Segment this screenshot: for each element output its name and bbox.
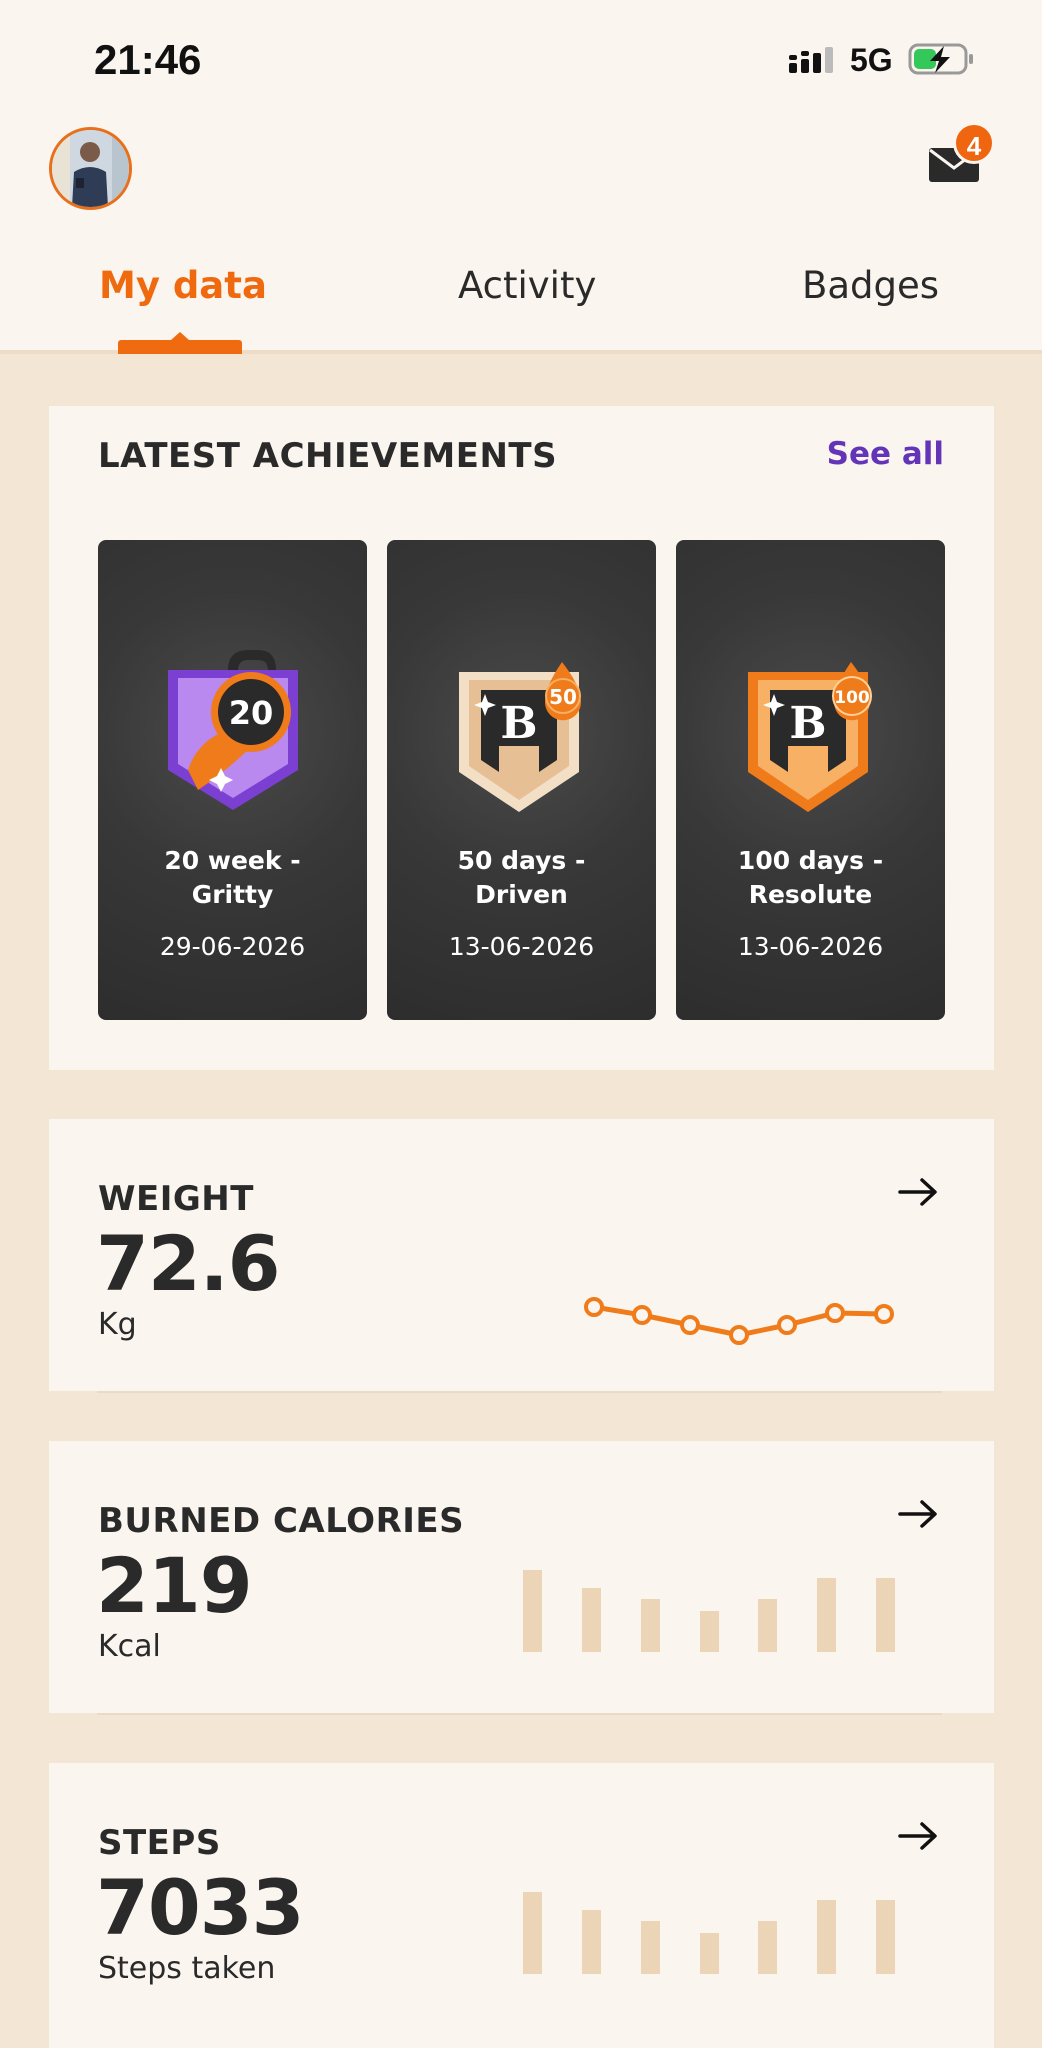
svg-text:20: 20	[229, 694, 274, 732]
arrow-right-icon[interactable]	[898, 1177, 938, 1207]
steps-title: STEPS	[98, 1823, 221, 1863]
achievements-title: LATEST ACHIEVEMENTS	[98, 436, 558, 476]
svg-text:50: 50	[549, 685, 577, 709]
achievement-tile[interactable]: B 50 50 days - Driven 13-06-2026	[387, 540, 656, 1020]
see-all-link[interactable]: See all	[827, 436, 944, 472]
steps-bar	[876, 1900, 895, 1974]
status-bar: 21:46 5G	[0, 0, 1042, 110]
tab-badges[interactable]: Badges	[802, 264, 939, 307]
weight-point	[584, 1297, 604, 1317]
calories-bar-chart	[523, 1570, 895, 1652]
achievement-name: 20 week - Gritty	[164, 846, 301, 909]
steps-bar	[758, 1921, 777, 1974]
weight-title: WEIGHT	[98, 1179, 254, 1219]
calories-bar	[700, 1611, 719, 1652]
achievement-tile[interactable]: 20 20 week - Gritty 29-06-2026	[98, 540, 367, 1020]
achievement-tile[interactable]: B 100 100 days - Resolute 13-06-2026	[676, 540, 945, 1020]
steps-bar	[523, 1892, 542, 1974]
steps-bar	[817, 1900, 836, 1974]
status-time: 21:46	[94, 36, 202, 83]
weight-point	[825, 1303, 845, 1323]
calories-bar	[523, 1570, 542, 1652]
unread-count-badge: 4	[953, 122, 995, 164]
tab-my-data[interactable]: My data	[99, 264, 267, 307]
weight-value: 72.6	[96, 1219, 281, 1308]
signal-icon	[789, 47, 833, 73]
calories-title: BURNED CALORIES	[98, 1501, 465, 1541]
achievement-name: 100 days - Resolute	[737, 846, 884, 909]
burned-calories-card[interactable]: BURNED CALORIES 219 Kcal	[49, 1441, 994, 1713]
achievement-date: 13-06-2026	[737, 932, 884, 961]
steps-card[interactable]: STEPS 7033 Steps taken	[49, 1763, 994, 2048]
b-shield-orange-badge-icon: B 100	[748, 662, 872, 812]
weight-point	[632, 1305, 652, 1325]
weight-point	[729, 1325, 749, 1345]
avatar[interactable]	[49, 127, 132, 210]
b-shield-badge-icon: B 50	[459, 662, 581, 812]
steps-bar	[641, 1921, 660, 1974]
weight-point	[680, 1315, 700, 1335]
network-label: 5G	[850, 42, 893, 78]
svg-text:B: B	[500, 698, 537, 749]
steps-unit: Steps taken	[98, 1951, 276, 1986]
calories-unit: Kcal	[98, 1629, 161, 1664]
tab-activity[interactable]: Activity	[458, 264, 596, 307]
steps-bar	[582, 1910, 601, 1974]
achievement-date: 13-06-2026	[448, 932, 595, 961]
divider	[97, 1391, 942, 1393]
calories-bar	[582, 1588, 601, 1652]
steps-value: 7033	[96, 1863, 305, 1952]
weight-point	[874, 1304, 894, 1324]
battery-charging-icon	[908, 43, 973, 75]
weight-trend-chart	[584, 1297, 894, 1345]
weight-point	[777, 1315, 797, 1335]
arrow-right-icon[interactable]	[898, 1821, 938, 1851]
weight-card[interactable]: WEIGHT 72.6 Kg	[49, 1119, 994, 1391]
top-area: 21:46 5G 4 My data Activity Badges	[0, 0, 1042, 354]
weight-unit: Kg	[98, 1307, 137, 1342]
steps-bar	[700, 1933, 719, 1974]
calories-bar	[817, 1578, 836, 1652]
active-tab-indicator	[118, 332, 242, 354]
divider	[97, 1713, 942, 1715]
arrow-right-icon[interactable]	[898, 1499, 938, 1529]
calories-bar	[876, 1578, 895, 1652]
svg-text:100: 100	[834, 688, 870, 708]
calories-value: 219	[96, 1541, 253, 1630]
user-photo-icon	[52, 130, 129, 207]
calories-bar	[641, 1599, 660, 1652]
achievement-date: 29-06-2026	[159, 932, 306, 961]
svg-text:B: B	[789, 698, 826, 749]
achievement-name: 50 days - Driven	[457, 846, 586, 909]
steps-bar-chart	[523, 1892, 895, 1974]
inbox-button[interactable]: 4	[925, 118, 995, 190]
latest-achievements-card: LATEST ACHIEVEMENTS See all 20 20 week -…	[49, 406, 994, 1070]
calories-bar	[758, 1599, 777, 1652]
kettlebell-badge-icon: 20	[168, 650, 298, 810]
